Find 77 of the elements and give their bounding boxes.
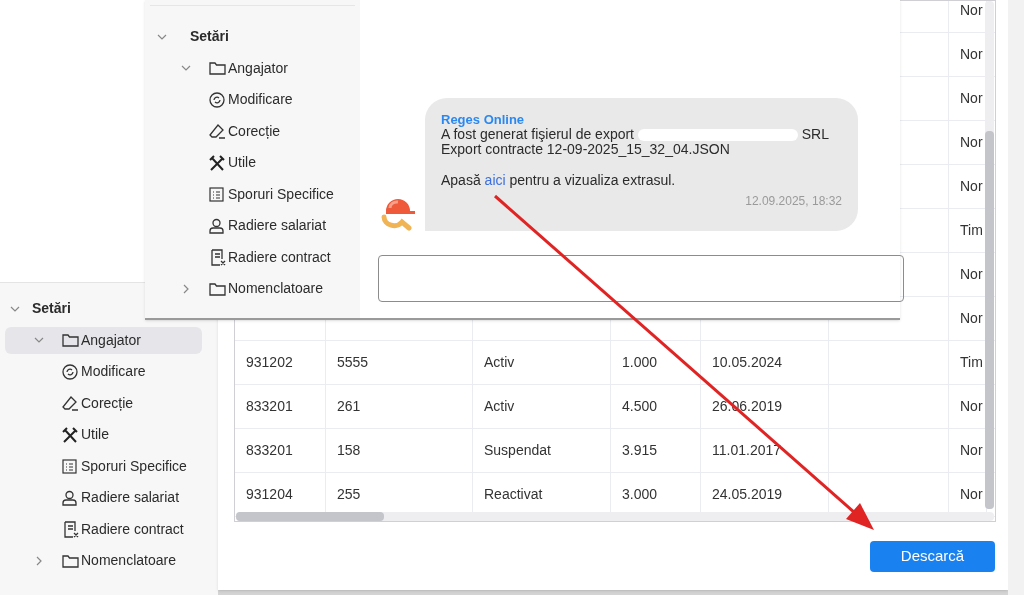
table-cell-text: 1.000 bbox=[622, 353, 658, 372]
tree-item[interactable]: Utile bbox=[150, 149, 350, 177]
tools-icon bbox=[62, 426, 78, 443]
tree-item[interactable]: Angajator bbox=[150, 54, 350, 82]
list-icon bbox=[209, 186, 224, 202]
table-cell-text: Activ bbox=[484, 353, 515, 372]
vertical-scrollbar[interactable] bbox=[985, 1, 994, 509]
message-line: A fost generat fişierul de export SRL bbox=[441, 127, 829, 142]
person-icon bbox=[62, 489, 77, 506]
table-cell-text: Activ bbox=[484, 397, 515, 416]
tree-item[interactable]: Radiere salariat bbox=[150, 212, 350, 240]
table-cell-text: Nor bbox=[960, 89, 983, 108]
tree-item[interactable]: Sporuri Specifice bbox=[150, 180, 350, 208]
table-cell-text: Reactivat bbox=[484, 485, 543, 504]
tree-item[interactable]: Sporuri Specifice bbox=[5, 452, 202, 480]
table-cell-text: 255 bbox=[337, 485, 361, 504]
table-cell-text: 3.000 bbox=[622, 485, 658, 504]
table-cell-text: 10.05.2024 bbox=[712, 353, 783, 372]
table-cell-text: 11.01.2017 bbox=[712, 441, 782, 460]
eraser-icon bbox=[209, 123, 226, 139]
document-remove-icon bbox=[62, 520, 79, 538]
tree-item[interactable]: Utile bbox=[5, 421, 202, 449]
message-input-field[interactable] bbox=[378, 255, 904, 302]
table-cell-text: Nor bbox=[960, 309, 983, 328]
message-line: Export contracte 12-09-2025_15_32_04.JSON bbox=[441, 142, 730, 157]
tree-item[interactable]: Nomenclatoare bbox=[150, 275, 350, 303]
table-cell-text: Tim bbox=[960, 221, 983, 240]
table-cell-text: 833201 bbox=[246, 397, 293, 416]
list-icon bbox=[62, 458, 77, 474]
sync-icon bbox=[62, 363, 78, 380]
table-cell-text: Nor bbox=[960, 441, 983, 460]
table-cell-text: Nor bbox=[960, 177, 983, 196]
sync-icon bbox=[209, 91, 225, 108]
tree-item[interactable]: Setări bbox=[150, 23, 237, 51]
folder-icon bbox=[62, 553, 79, 568]
table-cell-text: 261 bbox=[337, 397, 361, 416]
chevron-right-icon[interactable] bbox=[34, 555, 44, 566]
message-time: 12.09.2025, 18:32 bbox=[744, 194, 842, 209]
table-cell-text: 931204 bbox=[246, 485, 293, 504]
download-button[interactable]: Descarcă bbox=[870, 541, 995, 572]
table-cell-text: 4.500 bbox=[622, 397, 658, 416]
table-cell-text: 158 bbox=[337, 441, 361, 460]
table-cell-text: Nor bbox=[960, 45, 983, 64]
table-cell-text: Nor bbox=[960, 1, 983, 20]
message-text: Apasă aici pentru a vizualiza extrasul. bbox=[441, 173, 676, 188]
table-cell-text: 3.915 bbox=[622, 441, 658, 460]
table-cell-text: Tim bbox=[960, 353, 983, 372]
table-cell-text: Nor bbox=[960, 133, 983, 152]
tools-icon bbox=[209, 154, 225, 171]
tree-item[interactable]: Corecție bbox=[5, 389, 202, 417]
table-cell-text: 833201 bbox=[246, 441, 293, 460]
table-cell-text: 24.05.2019 bbox=[712, 485, 783, 504]
person-icon bbox=[209, 217, 224, 234]
tree-item[interactable]: Radiere salariat bbox=[5, 484, 202, 512]
horizontal-scrollbar[interactable] bbox=[236, 512, 994, 521]
chevron-right-icon[interactable] bbox=[181, 283, 191, 294]
table-cell-text: Nor bbox=[960, 397, 983, 416]
folder-icon bbox=[62, 333, 79, 348]
tree-item[interactable]: Angajator bbox=[5, 326, 202, 354]
table-cell-text: 5555 bbox=[337, 353, 369, 372]
tree-item[interactable]: Modificare bbox=[150, 86, 350, 114]
tree-item[interactable]: Corecție bbox=[150, 117, 350, 145]
table-cell-text: Nor bbox=[960, 485, 983, 504]
folder-icon bbox=[209, 61, 226, 76]
folder-icon bbox=[209, 281, 226, 296]
document-remove-icon bbox=[209, 248, 226, 266]
eraser-icon bbox=[62, 395, 79, 411]
tree-item[interactable]: Radiere contract bbox=[150, 243, 350, 271]
tree-item[interactable]: Nomenclatoare bbox=[5, 547, 202, 575]
table-cell-text: Suspendat bbox=[484, 441, 551, 460]
tree-item[interactable]: Setări bbox=[5, 295, 79, 323]
tree-item[interactable]: Radiere contract bbox=[5, 515, 202, 543]
tree-item[interactable]: Modificare bbox=[5, 358, 202, 386]
sender-name: Reges Online bbox=[441, 112, 525, 127]
view-link[interactable]: aici bbox=[484, 172, 506, 188]
table-cell-text: Nor bbox=[960, 265, 983, 284]
table-cell-text: 931202 bbox=[246, 353, 293, 372]
